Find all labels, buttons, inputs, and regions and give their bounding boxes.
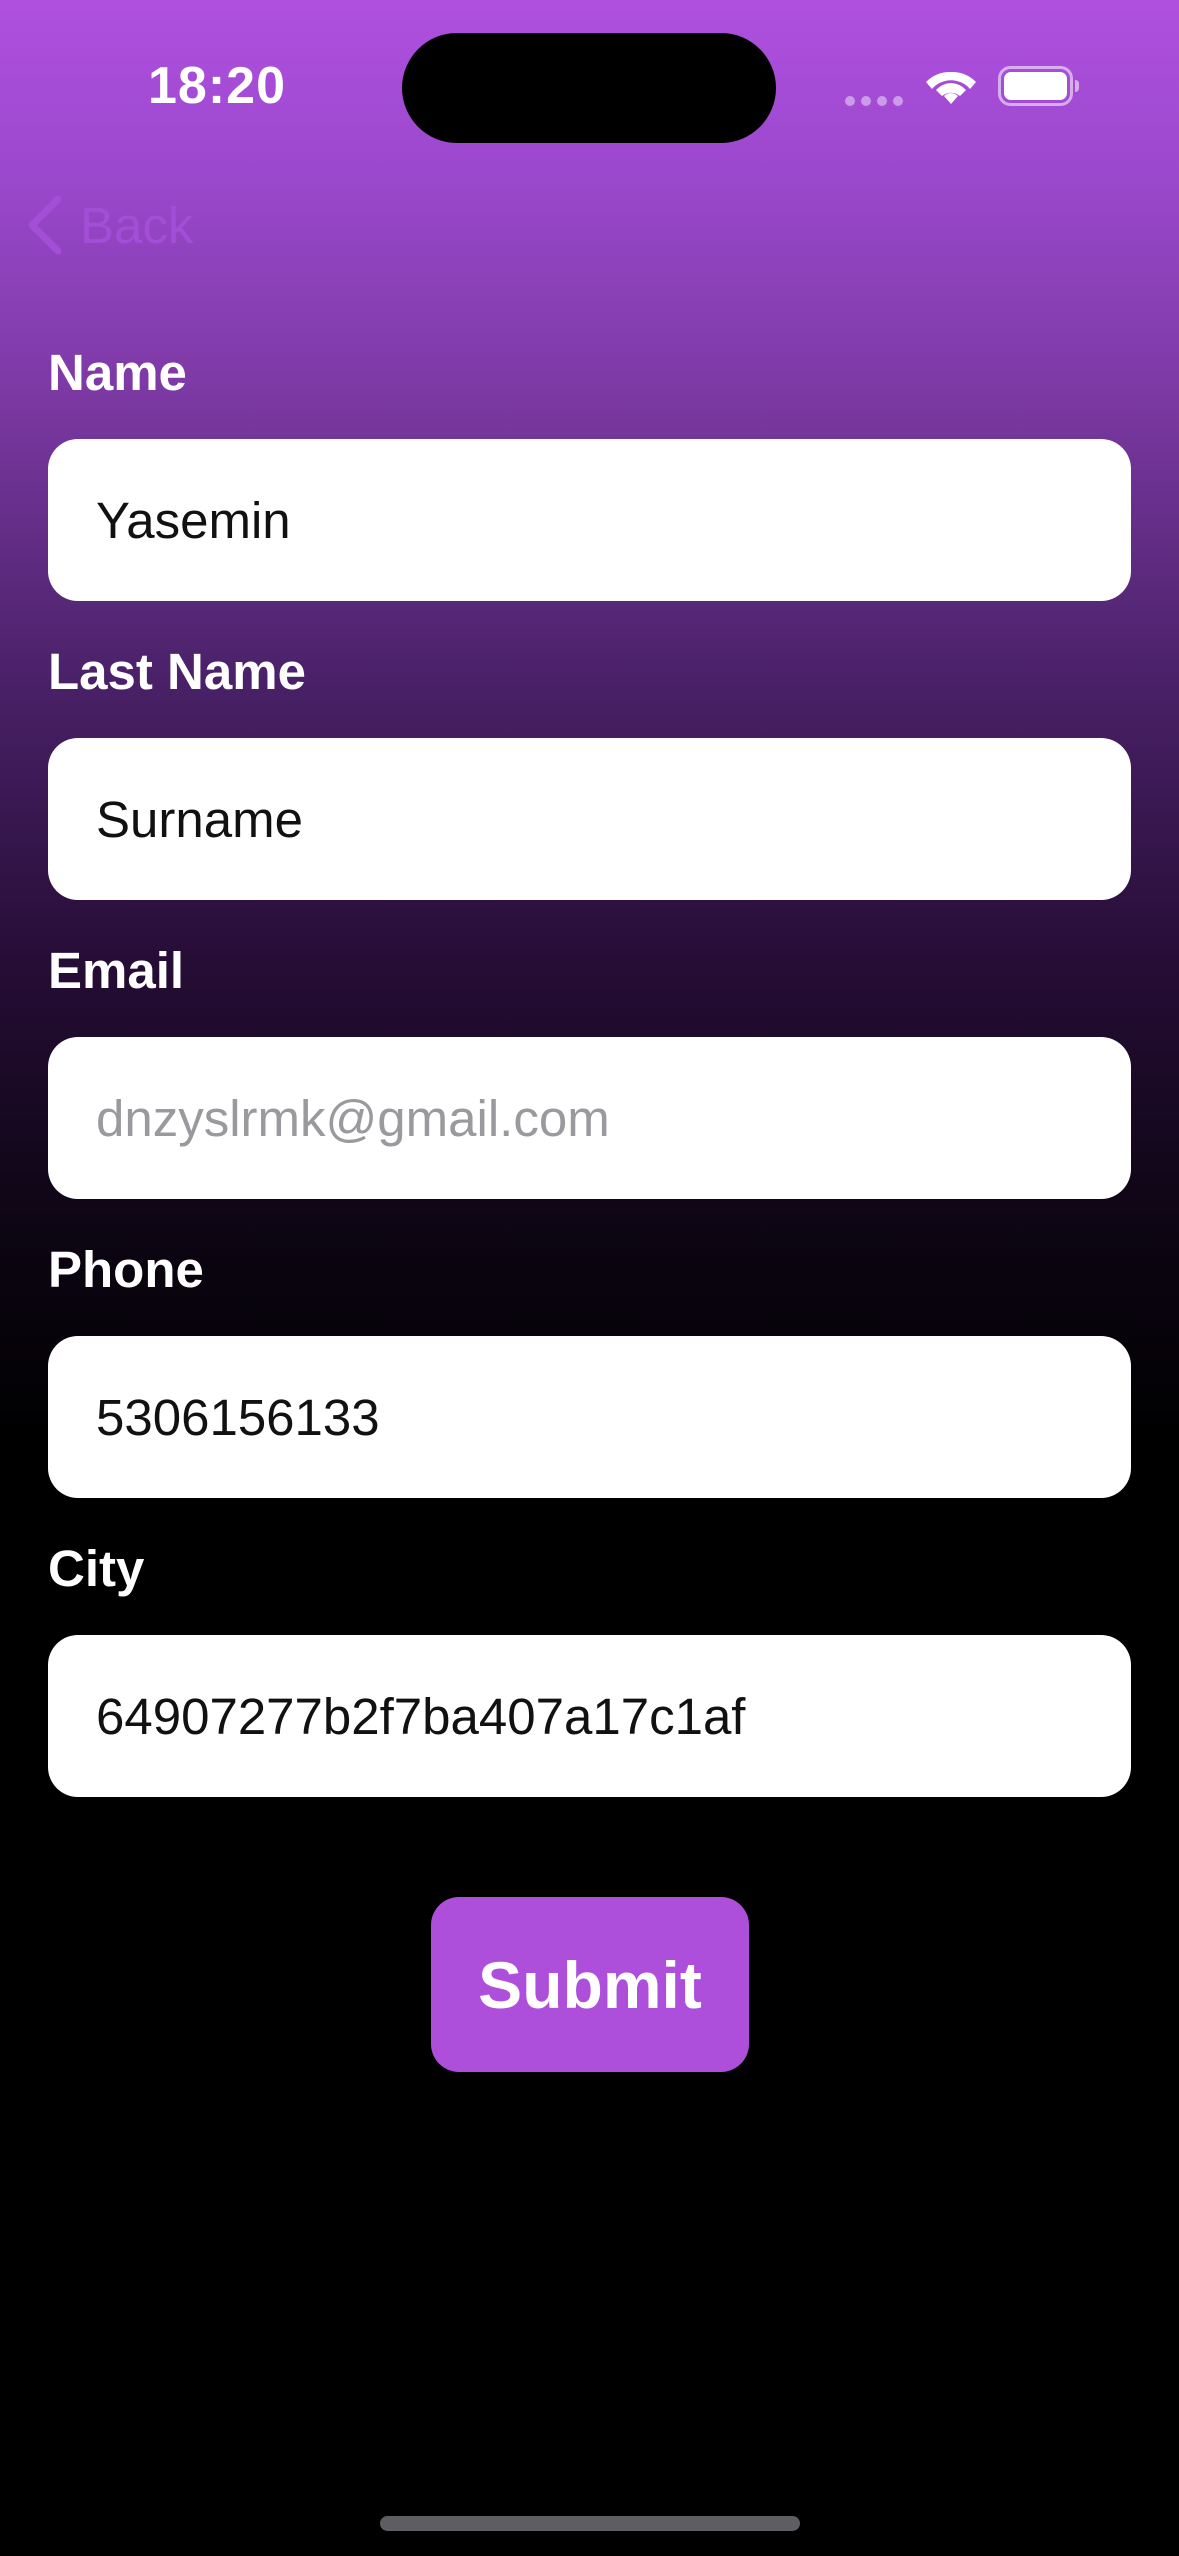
last-name-label: Last Name [48, 643, 306, 700]
city-field-group: City [48, 1536, 1131, 1835]
dynamic-island [402, 33, 776, 143]
status-bar: 18:20 [0, 0, 1179, 170]
submit-button[interactable]: Submit [431, 1897, 749, 2072]
phone-label: Phone [48, 1241, 204, 1298]
signal-dots-icon [845, 96, 905, 106]
status-time: 18:20 [148, 57, 286, 115]
name-label: Name [48, 344, 187, 401]
email-label: Email [48, 942, 185, 999]
chevron-left-icon [28, 195, 62, 255]
phone-field-group: Phone [48, 1237, 1131, 1536]
city-label: City [48, 1540, 145, 1597]
back-label: Back [80, 196, 194, 254]
contact-form: Name Last Name Email Phone City [48, 340, 1131, 1835]
email-field-group: Email [48, 938, 1131, 1237]
battery-icon [998, 66, 1079, 106]
name-field-group: Name [48, 340, 1131, 639]
email-input[interactable] [48, 1037, 1131, 1199]
wifi-icon [926, 71, 976, 104]
last-name-field-group: Last Name [48, 639, 1131, 938]
last-name-input[interactable] [48, 738, 1131, 900]
city-input[interactable] [48, 1635, 1131, 1797]
back-button[interactable]: Back [26, 190, 193, 260]
phone-input[interactable] [48, 1336, 1131, 1498]
home-indicator[interactable] [380, 2516, 800, 2531]
name-input[interactable] [48, 439, 1131, 601]
